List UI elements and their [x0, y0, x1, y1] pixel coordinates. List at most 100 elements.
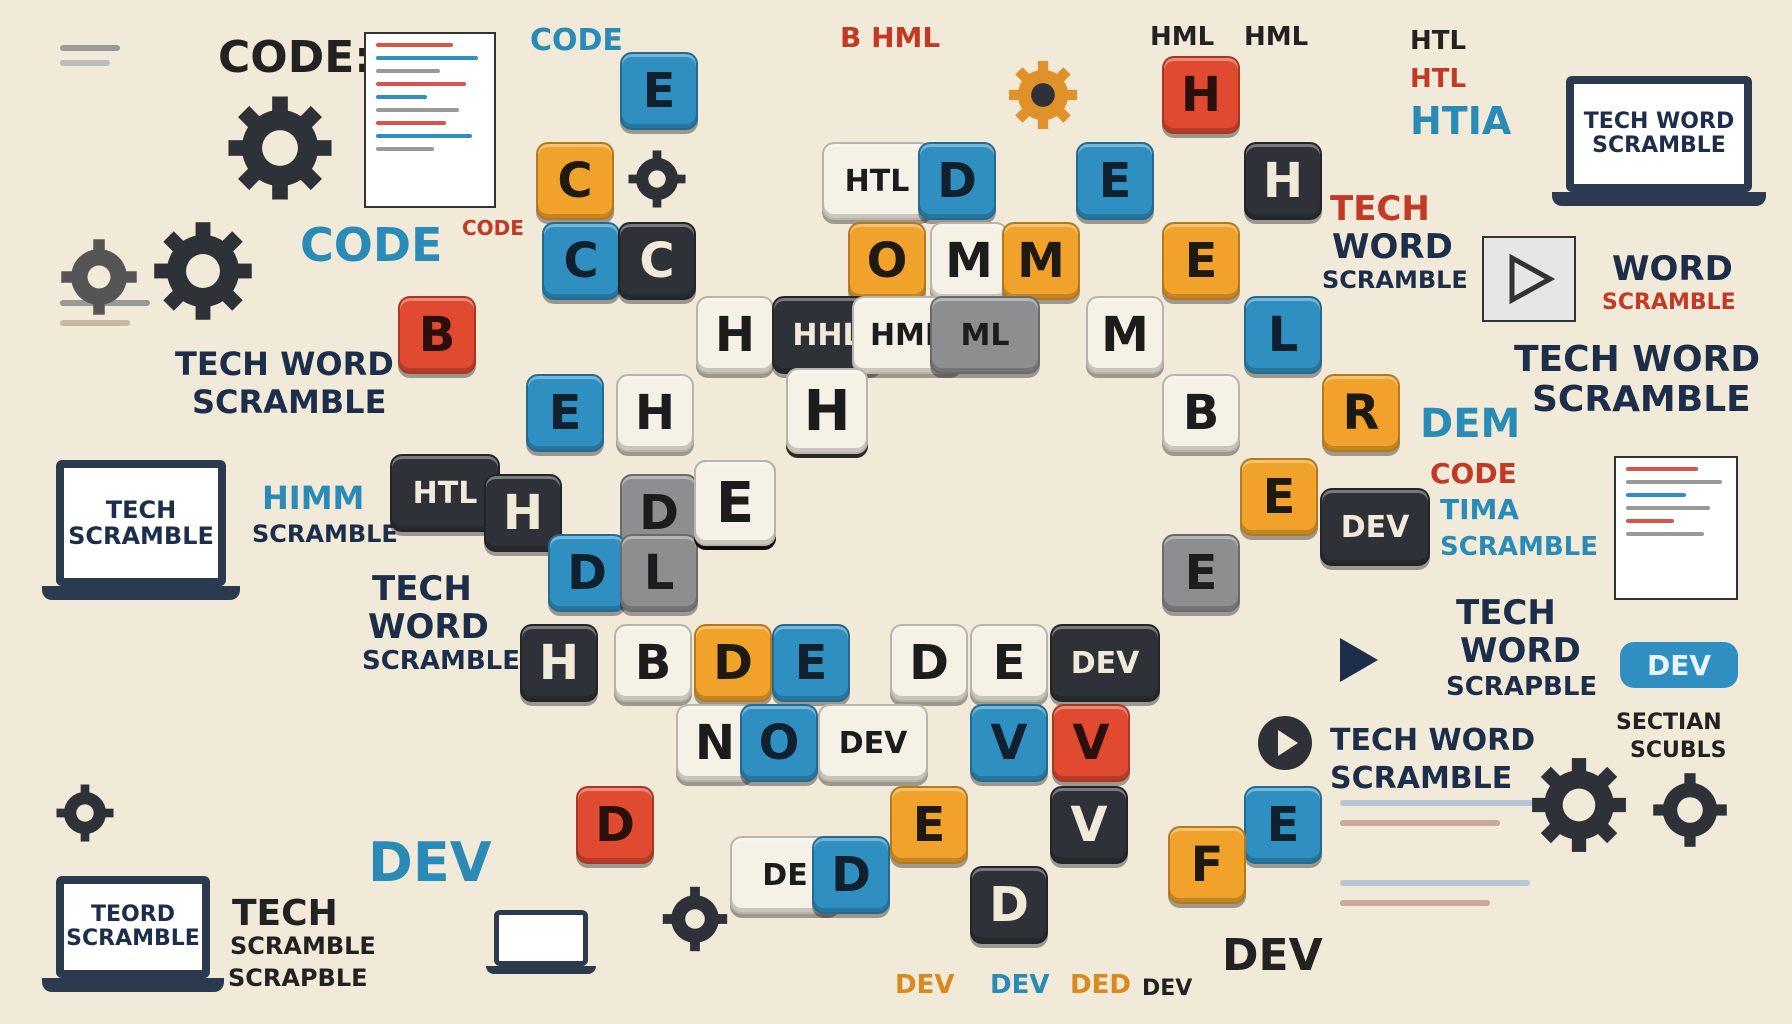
- label-word: WORD: [1460, 631, 1581, 671]
- label-scubls: SCUBLS: [1630, 738, 1727, 763]
- laptop-screen-text: SCRAMBLE: [66, 926, 200, 951]
- label-scramble: SCRAMBLE: [1440, 532, 1598, 562]
- laptop-screen-text: TECH: [105, 495, 177, 524]
- label-htia: HTIA: [1410, 99, 1512, 143]
- letter-tile: E: [1244, 786, 1322, 864]
- letter-tile: B: [1162, 374, 1240, 452]
- title-letter-tile: E: [694, 460, 776, 546]
- letter-tile: E: [526, 374, 604, 452]
- letter-tile: O: [740, 704, 818, 782]
- gear-icon: [1532, 758, 1626, 852]
- letter-tile: L: [1244, 296, 1322, 374]
- label-hml: HML: [1150, 22, 1215, 52]
- decor-bar: [60, 60, 110, 66]
- label-tech-word: TECH WORD: [1514, 339, 1761, 380]
- letter-tile: D: [812, 836, 890, 914]
- label-scramble: SCRAMBLE: [230, 932, 376, 960]
- letter-tile: E: [970, 624, 1048, 702]
- letter-tile: D: [890, 624, 968, 702]
- letter-tile: E: [1240, 458, 1318, 536]
- letter-tile: V: [1050, 786, 1128, 864]
- letter-tile: M: [1002, 222, 1080, 300]
- letter-tile: R: [1322, 374, 1400, 452]
- letter-tile: V: [970, 704, 1048, 782]
- letter-tile: H: [1162, 56, 1240, 134]
- letter-tile: HTL: [822, 142, 932, 220]
- label-tech: TECH: [232, 893, 338, 934]
- laptop-screen-text: TEORD: [91, 901, 175, 927]
- label-dev-bottom: DEV: [1142, 976, 1193, 1001]
- label-scramble: SCRAMBLE: [1322, 266, 1468, 294]
- letter-tile: F: [1168, 826, 1246, 904]
- letter-tile: B: [614, 624, 692, 702]
- label-ded: DED: [1070, 970, 1131, 1000]
- letter-tile: D: [694, 624, 772, 702]
- label-word: WORD: [1612, 249, 1733, 289]
- gear-icon: [56, 784, 114, 842]
- letter-tile: E: [772, 624, 850, 702]
- label-tima: TIMA: [1440, 493, 1520, 526]
- letter-tile: H: [1244, 142, 1322, 220]
- play-icon: [1258, 716, 1312, 770]
- label-dev: DEV: [368, 831, 492, 894]
- label-dev-bottom: DEV: [990, 970, 1050, 1000]
- gear-icon: [628, 150, 686, 208]
- label-dem: DEM: [1420, 401, 1521, 447]
- label-word: WORD: [1332, 227, 1453, 267]
- decor-bar: [1340, 880, 1530, 886]
- label-sectian: SECTIAN: [1616, 710, 1722, 735]
- label-scramble: SCRAMBLE: [1532, 379, 1751, 420]
- laptop-screen-text: SCRAMBLE: [68, 522, 214, 550]
- letter-tile: E: [1162, 534, 1240, 612]
- letter-tile: O: [848, 222, 926, 300]
- label-scrapble: SCRAPBLE: [1446, 672, 1598, 702]
- decor-bar: [60, 45, 120, 51]
- dev-pill: DEV: [1620, 642, 1738, 688]
- label-tech-word: TECH WORD: [1330, 723, 1536, 758]
- letter-tile: H: [696, 296, 774, 374]
- letter-tile: DEV: [818, 704, 928, 782]
- laptop-icon: TEORD SCRAMBLE: [42, 876, 224, 992]
- letter-tile: E: [620, 52, 698, 130]
- letter-tile: H: [616, 374, 694, 452]
- gear-icon: [662, 886, 728, 952]
- label-code-small: CODE: [462, 216, 524, 240]
- laptop-icon: [486, 910, 596, 974]
- label-dev-bottom: DEV: [895, 970, 955, 1000]
- title-letter-tile: H: [786, 368, 868, 454]
- gear-icon: [1008, 60, 1078, 130]
- label-htl: HTL: [1410, 64, 1467, 94]
- letter-tile: H: [520, 624, 598, 702]
- label-scramble: SCRAMBLE: [1602, 290, 1736, 315]
- letter-tile: V: [1052, 704, 1130, 782]
- label-code: CODE:: [218, 32, 372, 83]
- decor-bar: [60, 320, 130, 326]
- letter-tile: ML: [930, 296, 1040, 374]
- laptop-screen-text: SCRAMBLE: [1592, 133, 1726, 158]
- decor-bar: [1340, 900, 1490, 906]
- label-scramble: SCRAMBLE: [252, 520, 398, 548]
- label-tech: TECH: [372, 569, 472, 609]
- letter-tile: DEV: [1050, 624, 1160, 702]
- label-tech: TECH: [1330, 189, 1430, 229]
- label-code-top: CODE: [530, 23, 623, 58]
- letter-tile: D: [576, 786, 654, 864]
- label-tech: TECH: [1456, 593, 1556, 633]
- label-scramble: SCRAMBLE: [362, 646, 520, 676]
- decor-bar: [1340, 820, 1500, 826]
- letter-tile: D: [918, 142, 996, 220]
- laptop-icon: TECH WORD SCRAMBLE: [1552, 76, 1766, 206]
- letter-tile: E: [890, 786, 968, 864]
- label-word: WORD: [368, 607, 489, 647]
- letter-tile: D: [548, 534, 626, 612]
- letter-tile: M: [1086, 296, 1164, 374]
- code-document-icon: [1482, 236, 1576, 322]
- letter-tile: M: [930, 222, 1008, 300]
- letter-tile: DEV: [1320, 488, 1430, 566]
- word-scramble-collage: CODE: CODE CODE TECH WORD SCRAMBLE HIMM …: [0, 0, 1792, 1024]
- label-code: CODE: [300, 218, 443, 272]
- label-code: CODE: [1430, 457, 1517, 490]
- letter-tile: C: [542, 222, 620, 300]
- label-hml: B HML: [840, 21, 941, 54]
- gear-icon: [154, 222, 252, 320]
